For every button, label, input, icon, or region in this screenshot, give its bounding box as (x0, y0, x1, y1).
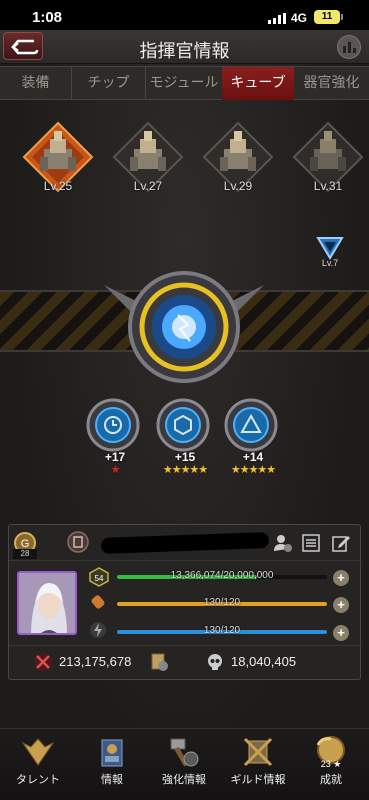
page-title: 指揮官情報 (139, 41, 230, 62)
guild-icon (243, 737, 273, 767)
nav-guild[interactable]: ギルド情報 (224, 729, 292, 800)
kill-count: 18,040,405 (231, 654, 297, 669)
info-icon (101, 739, 123, 767)
hero-portrait (19, 573, 75, 633)
add-stamina-button[interactable]: + (333, 597, 349, 613)
commander-info-screen: 1:08 4G 11 指揮官情報 装備 チップ モジュール キューブ 器官強化 (0, 0, 369, 800)
bullet-icon (91, 595, 105, 609)
lightning-icon (90, 622, 106, 638)
bar-chart-icon (343, 42, 356, 53)
signal-icon (268, 13, 286, 24)
add-exp-button[interactable]: + (333, 570, 349, 586)
profile-settings-icon[interactable] (273, 533, 293, 553)
skull-icon (208, 654, 222, 670)
player-header: G 28 (9, 525, 362, 561)
building-slot[interactable]: Lv.29 (198, 117, 278, 197)
hero-level-text: 54 (95, 574, 104, 583)
battery-indicator: 11 (314, 10, 343, 24)
module-stars: ★★★★★ (162, 463, 208, 476)
tab-module[interactable]: モジュール (146, 67, 222, 100)
building-slot[interactable]: Lv.31 (288, 117, 368, 197)
stamina-text: 130/120 (203, 597, 241, 608)
module-slot[interactable]: +17 ★ (86, 398, 144, 475)
cube-level-badge[interactable]: Lv.7 (310, 232, 350, 272)
avatar[interactable] (17, 571, 77, 635)
tab-cube[interactable]: キューブ (222, 67, 294, 100)
module-plus: +14 (242, 450, 264, 464)
stats-button[interactable] (337, 35, 361, 59)
network-type: 4G (291, 11, 308, 25)
header: 指揮官情報 (0, 30, 369, 64)
talent-icon (21, 738, 55, 766)
nav-upgrade[interactable]: 強化情報 (150, 729, 218, 800)
module-slot[interactable]: +14 ★★★★★ (224, 398, 282, 475)
commander-level: 28 (13, 549, 37, 559)
building-level: Lv.29 (223, 179, 253, 193)
hero-level-icon: 54 (89, 567, 109, 587)
add-energy-button[interactable]: + (333, 625, 349, 641)
module-plus: +15 (174, 450, 196, 464)
tab-organ-enhance[interactable]: 器官強化 (294, 67, 369, 100)
bottom-nav: タレント 情報 強化情報 ギルド情報 23 ★ 成就 (0, 728, 369, 800)
nav-label: ギルド情報 (230, 773, 286, 786)
module-plus: +17 (104, 450, 126, 464)
nav-label: 情報 (101, 773, 123, 786)
hexagon-module-icon (156, 398, 210, 452)
tab-equipment[interactable]: 装備 (0, 67, 72, 100)
upgrade-icon (170, 738, 199, 767)
nav-label: 強化情報 (162, 773, 206, 786)
energy-core-icon (104, 271, 264, 383)
building-slot[interactable]: Lv.27 (108, 117, 188, 197)
module-slot[interactable]: +15 ★★★★★ (156, 398, 214, 475)
status-bar: 1:08 4G 11 (0, 0, 369, 30)
tab-bar: 装備 チップ モジュール キューブ 器官強化 (0, 66, 369, 100)
player-panel: G 28 54 13,366,074/20,000,000 130/120 13… (8, 524, 362, 680)
energy-bar: 130/120 (117, 625, 327, 639)
power-row: 213,175,678 18,040,405 (9, 645, 362, 677)
nav-label: 成就 (320, 773, 342, 786)
list-icon[interactable] (301, 533, 321, 553)
combat-power: 213,175,678 (59, 654, 132, 669)
module-stars: ★★★★★ (230, 463, 276, 476)
exp-bar: 13,366,074/20,000,000 (117, 570, 327, 584)
stamina-bar: 130/120 (117, 597, 327, 611)
achievement-count: 23 ★ (320, 759, 342, 769)
edit-icon[interactable] (331, 533, 351, 553)
rank-icon (67, 531, 89, 553)
triangle-module-icon (224, 398, 278, 452)
energy-text: 130/120 (203, 625, 241, 636)
module-stars: ★ (110, 463, 121, 476)
clock-module-icon (86, 398, 140, 452)
tab-chip[interactable]: チップ (72, 67, 146, 100)
crossed-swords-icon (34, 653, 52, 671)
nav-achievement[interactable]: 23 ★ 成就 (297, 729, 365, 800)
building-level: Lv.25 (43, 179, 73, 193)
cube-core[interactable] (104, 265, 264, 395)
cube-level-text: Lv.7 (321, 258, 339, 268)
nav-talent[interactable]: タレント (4, 729, 72, 800)
exp-text: 13,366,074/20,000,000 (170, 570, 274, 581)
trophy-card-icon (151, 653, 168, 671)
nav-info[interactable]: 情報 (78, 729, 146, 800)
status-time: 1:08 (32, 9, 63, 26)
nav-label: タレント (16, 773, 60, 786)
building-slot[interactable]: Lv.25 (18, 117, 98, 197)
building-level: Lv.31 (313, 179, 343, 193)
redacted-player-name (100, 532, 270, 554)
building-level: Lv.27 (133, 179, 163, 193)
